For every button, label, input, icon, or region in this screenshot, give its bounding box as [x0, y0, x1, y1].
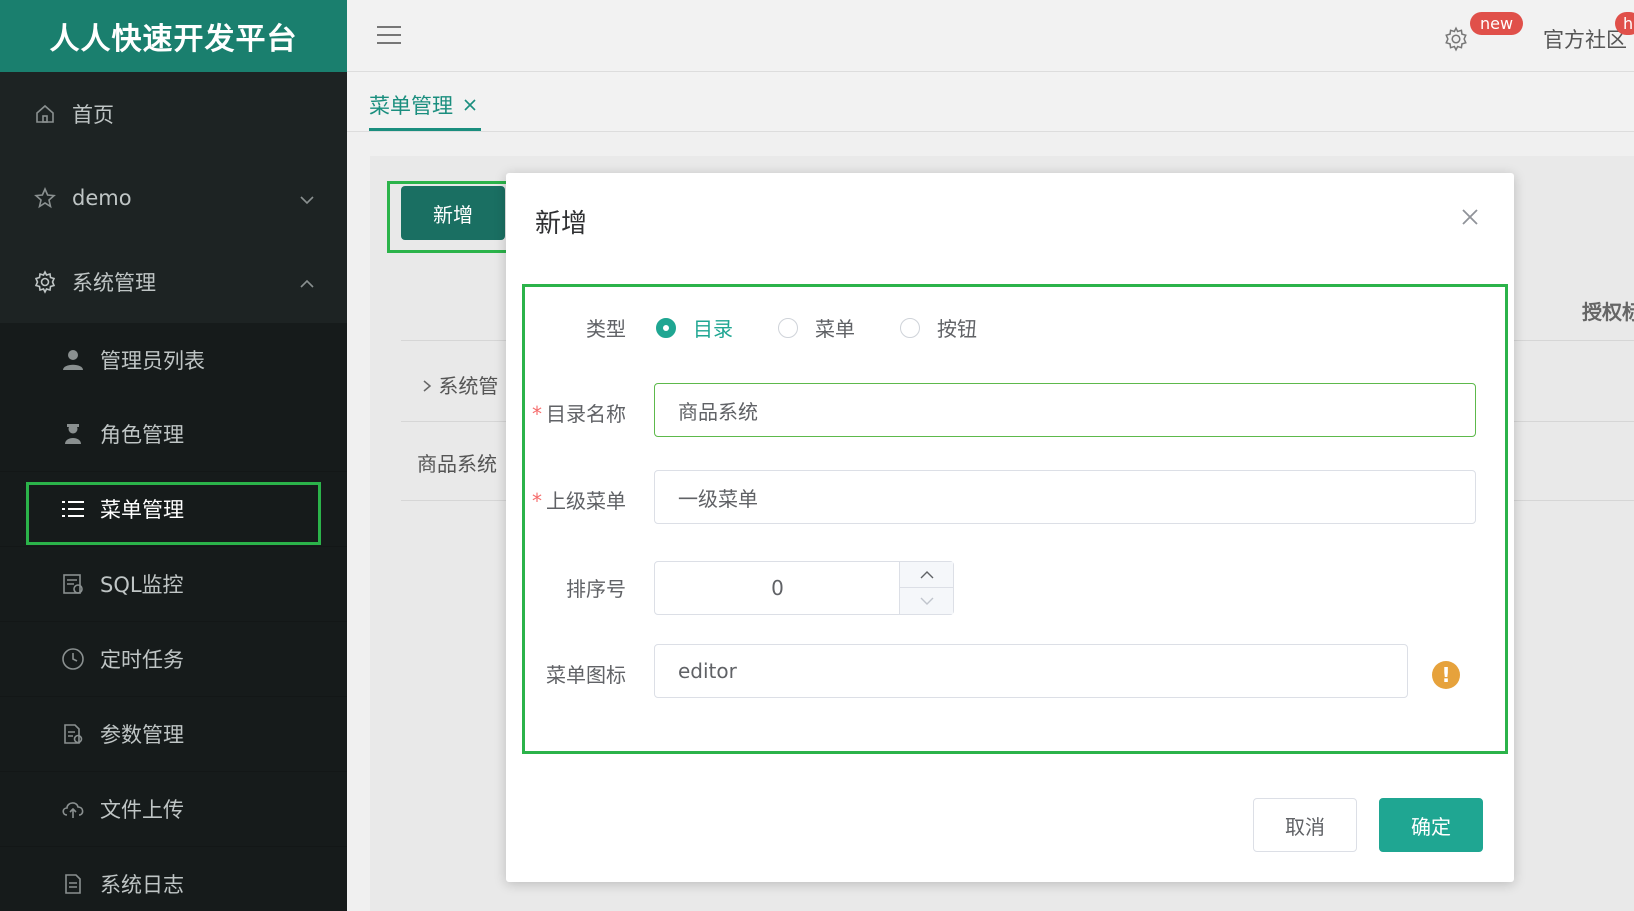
- confirm-button[interactable]: 确定: [1379, 798, 1483, 852]
- order-label: 排序号: [566, 577, 626, 601]
- radio-dot[interactable]: [778, 317, 798, 338]
- radio-dot[interactable]: [656, 317, 676, 338]
- chevron-up-icon: [920, 570, 933, 578]
- sidebar-item-label: demo: [72, 186, 132, 210]
- radio-label: 按钮: [937, 317, 977, 341]
- settings-gear-icon[interactable]: [1443, 26, 1469, 56]
- hamburger-icon[interactable]: [377, 24, 401, 50]
- add-menu-dialog: 新增 类型 目录 菜单 按钮 * 目录名称 商品系统 * 上级菜单 一级菜单 排序号…: [506, 173, 1514, 882]
- chevron-right-icon: [423, 380, 432, 392]
- radio-label: 菜单: [815, 317, 855, 341]
- table-cell: 系统管: [438, 374, 499, 398]
- table-row-system[interactable]: 系统管: [422, 370, 498, 399]
- gear-icon: [32, 269, 58, 295]
- params-icon: [60, 721, 86, 747]
- sidebar-item-label: 参数管理: [100, 723, 184, 747]
- table-row-goods: 商品系统: [417, 452, 497, 476]
- cloud-upload-icon: [60, 796, 86, 822]
- parent-menu-input[interactable]: 一级菜单: [654, 470, 1476, 524]
- app-logo: 人人快速开发平台: [0, 0, 347, 72]
- sidebar-item-schedule[interactable]: 定时任务: [0, 622, 347, 696]
- sidebar-item-label: SQL监控: [100, 573, 184, 597]
- sidebar-item-label: 系统日志: [100, 873, 184, 897]
- chevron-down-icon: [920, 597, 933, 605]
- star-icon: [32, 185, 58, 211]
- chevron-down-icon: [299, 186, 315, 210]
- order-stepper[interactable]: 0: [654, 561, 954, 615]
- tab-bar: 菜单管理: [347, 72, 1634, 132]
- sidebar-item-system[interactable]: 系统管理: [0, 240, 347, 324]
- sidebar-item-label: 管理员列表: [100, 349, 205, 373]
- chevron-up-icon: [299, 270, 315, 294]
- cancel-button[interactable]: 取消: [1253, 798, 1357, 852]
- log-icon: [60, 871, 86, 897]
- tab-label: 菜单管理: [369, 94, 453, 118]
- icon-label: 菜单图标: [546, 663, 626, 687]
- sidebar-item-upload[interactable]: 文件上传: [0, 772, 347, 846]
- top-header: new 官方社区 h: [347, 0, 1634, 72]
- dialog-title: 新增: [535, 209, 588, 239]
- home-icon: [32, 101, 58, 127]
- name-label: * 目录名称: [532, 402, 626, 426]
- role-icon: [60, 421, 86, 447]
- sidebar-item-logs[interactable]: 系统日志: [0, 847, 347, 911]
- directory-name-input[interactable]: 商品系统: [654, 383, 1476, 437]
- sidebar-item-demo[interactable]: demo: [0, 156, 347, 240]
- sidebar-item-label: 定时任务: [100, 648, 184, 672]
- sidebar: 人人快速开发平台 首页 demo 系统管理 管理员列表 角色管理 菜单管理 SQ…: [0, 0, 347, 911]
- community-badge: h: [1615, 12, 1634, 35]
- parent-label: * 上级菜单: [532, 489, 626, 513]
- community-link[interactable]: 官方社区: [1543, 24, 1627, 54]
- radio-menu[interactable]: 菜单: [778, 313, 855, 342]
- sidebar-item-home[interactable]: 首页: [0, 72, 347, 156]
- radio-button[interactable]: 按钮: [900, 313, 977, 342]
- sidebar-item-roles[interactable]: 角色管理: [0, 397, 347, 471]
- close-icon[interactable]: [1456, 203, 1484, 231]
- close-icon[interactable]: [463, 93, 477, 117]
- sidebar-item-sql[interactable]: SQL监控: [0, 547, 347, 621]
- radio-label: 目录: [693, 317, 733, 341]
- highlight-box: [387, 181, 509, 253]
- sidebar-item-label: 首页: [72, 103, 114, 127]
- monitor-icon: [60, 571, 86, 597]
- radio-dot[interactable]: [900, 317, 920, 338]
- sidebar-item-params[interactable]: 参数管理: [0, 697, 347, 771]
- clock-icon: [60, 646, 86, 672]
- sidebar-item-label: 文件上传: [100, 798, 184, 822]
- sidebar-item-admin-list[interactable]: 管理员列表: [0, 323, 347, 397]
- tab-active-indicator: [369, 128, 481, 131]
- table-header-auth: 授权标: [1582, 300, 1634, 324]
- decrement-button[interactable]: [899, 588, 953, 614]
- order-value[interactable]: 0: [655, 562, 900, 614]
- user-icon: [60, 347, 86, 373]
- tab-menu-management[interactable]: 菜单管理: [369, 90, 477, 120]
- sidebar-item-label: 系统管理: [72, 271, 156, 295]
- new-badge: new: [1470, 12, 1524, 35]
- highlight-box: [26, 482, 321, 545]
- warning-icon[interactable]: !: [1432, 661, 1460, 689]
- type-label: 类型: [586, 317, 626, 341]
- sidebar-item-label: 角色管理: [100, 423, 184, 447]
- radio-directory[interactable]: 目录: [656, 313, 733, 342]
- increment-button[interactable]: [899, 562, 953, 588]
- menu-icon-input[interactable]: editor: [654, 644, 1408, 698]
